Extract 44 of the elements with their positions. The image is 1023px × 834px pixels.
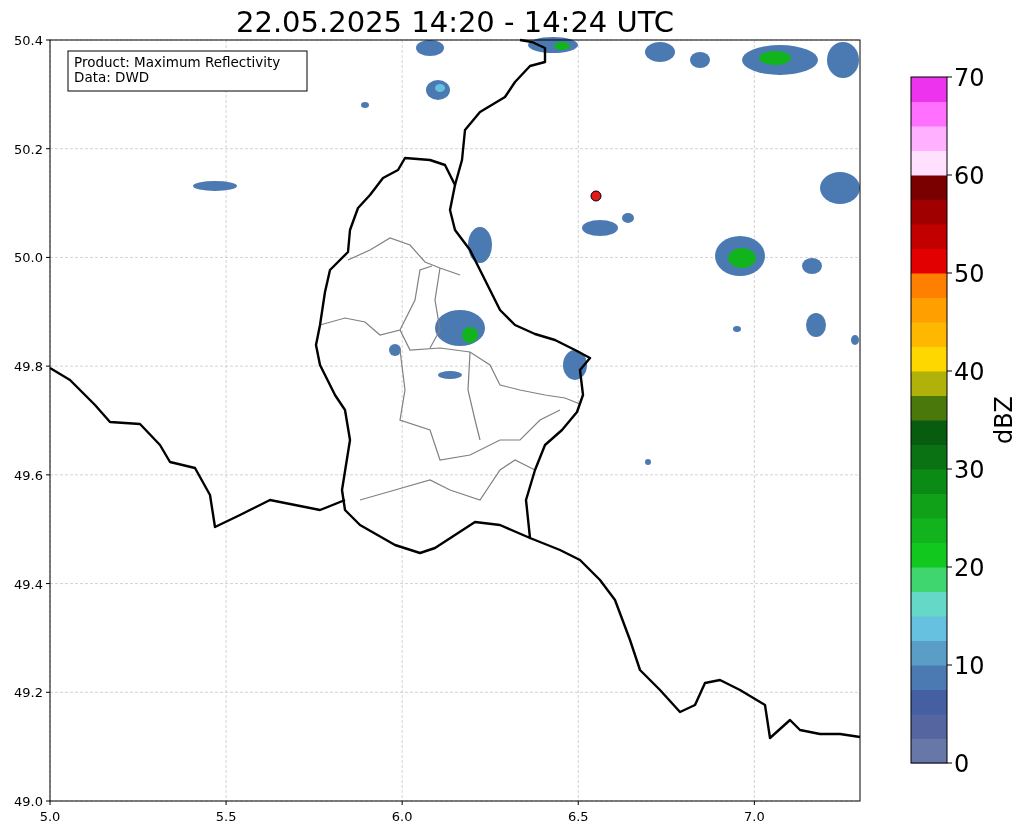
radar-echo: [690, 52, 710, 68]
radar-echo: [645, 42, 675, 62]
y-tick-label: 50.2: [14, 141, 43, 157]
radar-echo: [389, 344, 401, 356]
colorbar-tick-label: 20: [954, 554, 985, 582]
colorbar-tick-label: 50: [954, 260, 985, 288]
x-tick-label: 5.5: [215, 809, 237, 824]
radar-echo: [438, 371, 462, 379]
radar-echo: [802, 258, 822, 274]
x-tick-label: 5.0: [39, 809, 61, 824]
chart-title: 22.05.2025 14:20 - 14:24 UTC: [236, 5, 674, 39]
info-text: Data: DWD: [74, 69, 150, 85]
colorbar-tick-label: 70: [954, 64, 985, 92]
radar-echo: [645, 459, 651, 465]
x-tick-label: 7.0: [744, 809, 765, 824]
y-tick-label: 49.4: [14, 576, 43, 592]
colorbar-tick-label: 40: [954, 358, 985, 386]
x-tick-label: 6.0: [391, 809, 413, 824]
radar-echo: [582, 220, 618, 236]
radar-echo: [416, 40, 444, 56]
radar-echo: [806, 313, 826, 337]
y-tick-label: 50.0: [14, 250, 43, 266]
location-marker: [590, 190, 602, 202]
y-tick-label: 49.8: [14, 359, 43, 375]
radar-echo: [733, 326, 741, 332]
x-tick-label: 6.5: [567, 809, 589, 824]
radar-echo: [827, 42, 859, 78]
info-text: Product: Maximum Reflectivity: [74, 54, 281, 70]
y-tick-label: 49.0: [14, 794, 43, 809]
colorbar-tick-label: 10: [954, 652, 985, 680]
colorbar-tick-label: 0: [954, 750, 970, 778]
radar-echo: [851, 335, 859, 345]
radar-echo: [361, 102, 369, 108]
radar-echo: [193, 181, 237, 191]
colorbar-tick-label: 60: [954, 162, 985, 190]
y-tick-label: 50.4: [14, 33, 43, 48]
colorbar-tick-label: 30: [954, 456, 985, 484]
radar-echo: [622, 213, 634, 223]
radar-echo: [563, 350, 587, 380]
colorbar-label: dBZ: [990, 395, 1018, 445]
radar-echo: [820, 172, 860, 204]
y-tick-label: 49.6: [14, 467, 43, 483]
radar-echo: [468, 227, 492, 263]
y-tick-label: 49.2: [14, 685, 43, 701]
